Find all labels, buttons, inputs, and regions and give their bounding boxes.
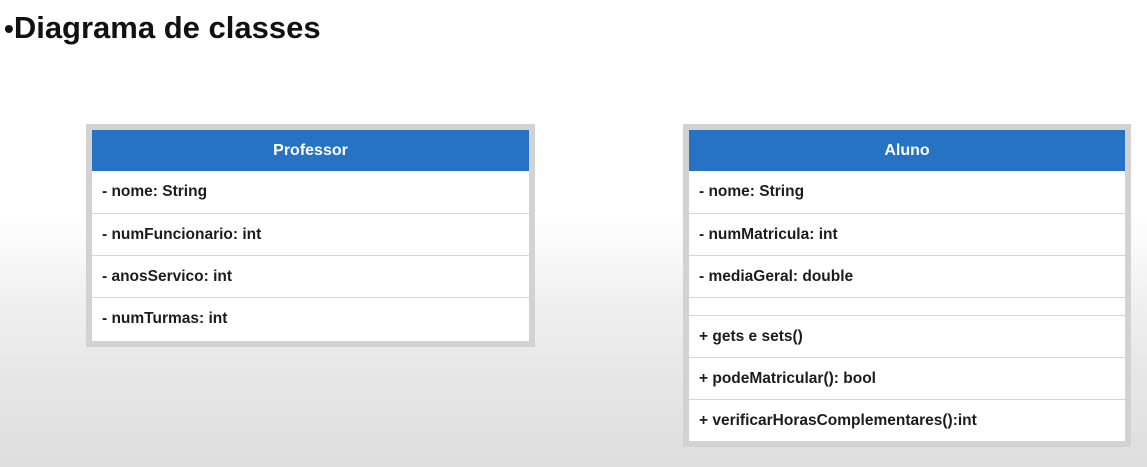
class-aluno-name: Aluno	[689, 130, 1125, 171]
slide-title: •Diagrama de classes	[4, 10, 321, 46]
class-aluno-method: + verificarHorasComplementares():int	[689, 399, 1125, 441]
class-aluno-attribute: - mediaGeral: double	[689, 255, 1125, 297]
class-professor-attribute: - numTurmas: int	[92, 297, 529, 339]
class-aluno-method: + gets e sets()	[689, 315, 1125, 357]
class-professor-name: Professor	[92, 130, 529, 171]
class-professor-body: Professor - nome: String - numFuncionari…	[92, 130, 529, 341]
title-text: Diagrama de classes	[13, 10, 321, 45]
title-bullet: •	[4, 13, 14, 44]
class-aluno-attribute: - nome: String	[699, 183, 805, 200]
class-aluno: Aluno - nome: String - numMatricula: int…	[683, 124, 1131, 447]
class-aluno-body: Aluno - nome: String - numMatricula: int…	[689, 130, 1125, 441]
class-professor-attribute: - nome: String	[102, 183, 208, 200]
class-professor-attribute: - numFuncionario: int	[92, 213, 529, 255]
class-aluno-method: + podeMatricular(): bool	[689, 357, 1125, 399]
class-professor: Professor - nome: String - numFuncionari…	[86, 124, 535, 347]
class-professor-attribute: - anosServico: int	[92, 255, 529, 297]
class-aluno-section-divider	[689, 297, 1125, 315]
class-aluno-attribute: - numMatricula: int	[689, 213, 1125, 255]
